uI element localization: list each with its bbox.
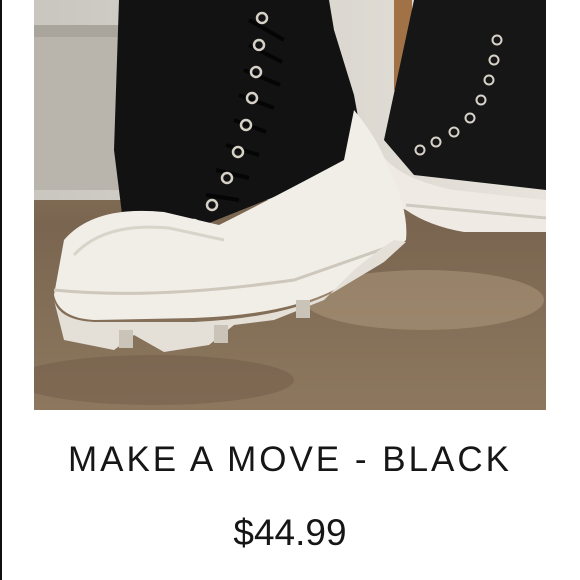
product-title[interactable]: MAKE A MOVE - BLACK	[0, 440, 580, 480]
product-price: $44.99	[233, 512, 347, 553]
product-card[interactable]: MAKE A MOVE - BLACK $44.99	[0, 0, 580, 580]
product-image[interactable]	[34, 0, 546, 410]
